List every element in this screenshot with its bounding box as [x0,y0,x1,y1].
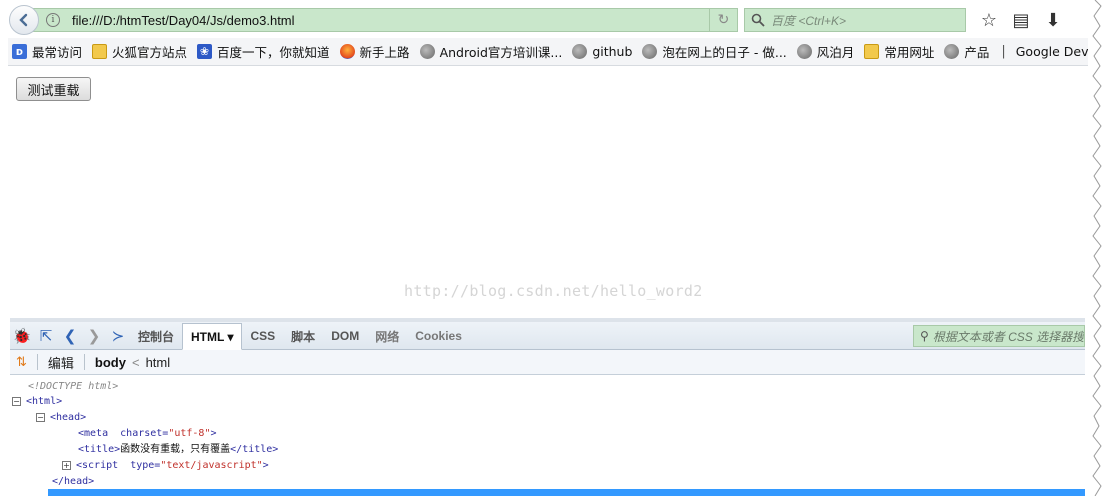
url-text[interactable]: file:///D:/htmTest/Day04/Js/demo3.html [72,13,709,28]
tree-row-title[interactable]: <title>函数没有重载，只有覆盖</title> [78,442,278,458]
crumb-arrow: < [131,354,140,370]
navigation-toolbar: i file:///D:/htmTest/Day04/Js/demo3.html… [8,5,1098,35]
search-bar[interactable]: 百度 <Ctrl+K> [744,8,966,32]
bookmark-item[interactable]: 产品 [940,42,995,61]
reading-list-icon[interactable]: ▤ [1012,10,1030,31]
devtools-breadcrumb: ⇅ 编辑 body < html [10,350,1085,375]
address-bar[interactable]: i file:///D:/htmTest/Day04/Js/demo3.html… [33,8,738,32]
download-icon[interactable]: ⬇ [1044,10,1062,31]
globe-icon [419,44,435,59]
page-content: 测试重载 http://blog.csdn.net/hello_word2 [10,66,1085,318]
globe-icon [572,44,588,59]
back-button[interactable] [9,5,39,35]
expand-toggle-icon[interactable]: + [62,460,71,470]
tab-css[interactable]: CSS [242,323,283,349]
bookmark-item[interactable]: 新手上路 [336,42,416,61]
search-icon: ⚲ [920,329,929,343]
site-info-icon[interactable]: i [46,13,60,27]
tree-row-head[interactable]: − <head> [36,410,86,426]
tree-row-body-selected[interactable] [48,489,1085,496]
reload-icon[interactable]: ↻ [709,9,737,31]
firefox-icon [339,44,355,59]
watermark-text: http://blog.csdn.net/hello_word2 [404,282,703,300]
toolbar-icons: ☆ ▤ ⬇ [980,10,1062,31]
bookmark-item[interactable]: Android官方培训课... [416,42,569,61]
test-reload-button[interactable]: 测试重载 [16,77,91,101]
bookmark-item[interactable]: ᴅ 最常访问 [8,42,88,61]
tree-row-head-close[interactable]: </head> [52,474,94,490]
tab-script[interactable]: 脚本 [283,323,323,349]
search-placeholder: 百度 <Ctrl+K> [771,13,847,28]
baidu-paw-icon: ❀ [197,44,213,59]
bookmark-star-icon[interactable]: ☆ [980,10,998,31]
tree-row-html[interactable]: − <html> [12,394,62,410]
back-arrow-icon [19,13,28,27]
globe-icon [642,44,658,59]
html-tree-panel: <!DOCTYPE html> − <html> − <head> <meta ch… [10,376,1085,496]
devtools-search-placeholder: 根据文本或者 CSS 选择器搜索 [932,329,1084,344]
globe-icon [796,44,812,59]
tree-row-meta[interactable]: <meta charset="utf-8"> [78,426,217,442]
devtools-tab-bar: 🐞 ⇱ ❮ ❯ ≻ 控制台 HTML ▾ CSS 脚本 DOM 网络 Cooki… [10,322,1085,350]
collapse-toggle-icon[interactable]: − [36,412,45,422]
torn-edge-decoration [1092,0,1109,496]
forward-nav-icon[interactable]: ❯ [82,323,106,349]
inspect-icon[interactable]: ⇱ [34,323,58,349]
bookmark-separator: | [1001,44,1006,59]
bookmark-item[interactable]: github [568,44,638,59]
devtools-search-input[interactable]: ⚲ 根据文本或者 CSS 选择器搜索 [913,325,1085,347]
crumb-body[interactable]: body [95,355,126,370]
command-line-icon[interactable]: ≻ [106,323,130,349]
collapse-toggle-icon[interactable]: − [12,396,21,406]
firebug-icon[interactable]: 🐞 [10,323,34,349]
bookmark-item[interactable]: ❀ 百度一下，你就知道 [193,42,336,61]
bookmark-item[interactable]: 火狐官方站点 [88,42,193,61]
bookmark-blue-icon: ᴅ [12,44,27,59]
edit-mode-icon[interactable]: ⇅ [16,354,27,370]
back-nav-icon[interactable]: ❮ [58,323,82,349]
search-icon [751,13,765,27]
folder-icon [92,44,108,59]
crumb-divider [83,354,85,370]
tab-cookies[interactable]: Cookies [407,323,470,349]
tab-console[interactable]: 控制台 [130,323,182,349]
bookmark-item[interactable]: 风泊月 [793,42,861,61]
tree-row-doctype[interactable]: <!DOCTYPE html> [28,379,118,395]
crumb-html[interactable]: html [146,355,171,370]
bookmark-item[interactable]: Google Dev... [1012,44,1088,59]
globe-icon [944,44,960,59]
tab-html[interactable]: HTML ▾ [182,323,243,350]
folder-icon [864,44,880,59]
edit-button[interactable]: 编辑 [48,353,74,372]
crumb-divider [36,354,38,370]
bookmark-item[interactable]: 泡在网上的日子 - 做... [638,42,792,61]
bookmarks-toolbar: ᴅ 最常访问 火狐官方站点 ❀ 百度一下，你就知道 新手上路 Android官方培训… [8,38,1088,66]
bookmark-item[interactable]: 常用网址 [860,42,940,61]
tab-dom[interactable]: DOM [323,323,367,349]
tab-network[interactable]: 网络 [367,323,407,349]
tree-row-script[interactable]: + <script type="text/javascript"> [62,458,269,474]
